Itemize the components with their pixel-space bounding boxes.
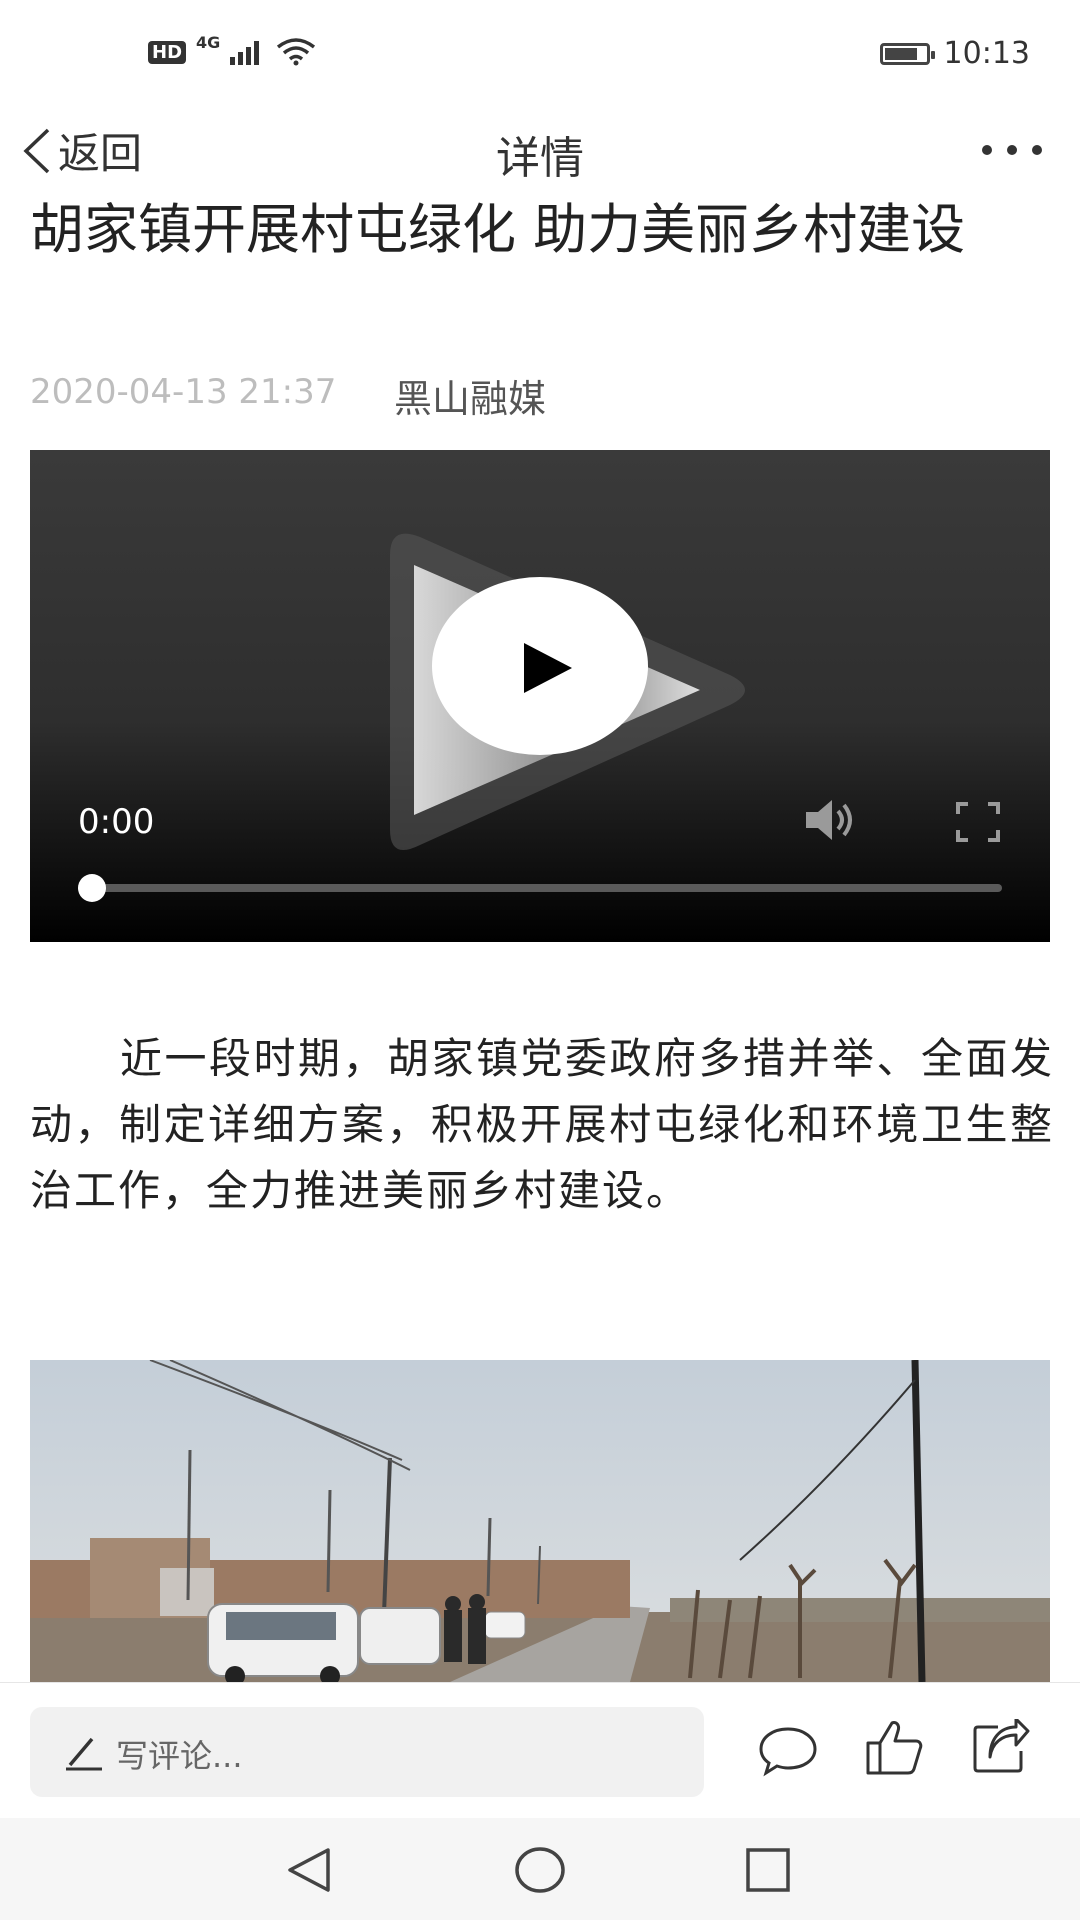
comment-bar: 写评论... [0,1682,1080,1819]
nav-header: 返回 详情 [0,110,1080,190]
article-title: 胡家镇开展村屯绿化 助力美丽乡村建设 [30,198,966,261]
circle-home-icon[interactable] [514,1846,566,1894]
comment-placeholder: 写评论... [116,1737,243,1775]
page-title: 详情 [496,133,584,184]
fullscreen-icon[interactable] [956,802,1000,842]
status-right: 10:13 [879,36,1030,71]
hd-badge: HD [148,40,187,64]
system-nav-bar [0,1818,1080,1920]
article-source[interactable]: 黑山融媒 [394,368,546,423]
volume-icon[interactable] [804,797,860,843]
status-bar: HD 4G 10:13 [0,0,1080,110]
more-dots-icon [982,145,992,155]
article-photo [30,1360,1050,1682]
triangle-back-icon[interactable] [284,1846,334,1894]
thumbs-up-icon[interactable] [864,1717,924,1777]
comment-icon[interactable] [758,1725,818,1777]
network-type: 4G [196,32,221,52]
video-time: 0:00 [78,802,155,842]
signal-icon [230,41,260,65]
share-icon[interactable] [972,1719,1030,1773]
wifi-icon [277,38,316,66]
comment-input[interactable]: 写评论... [30,1707,704,1797]
play-button[interactable] [432,577,648,755]
progress-handle[interactable] [78,874,106,902]
clock: 10:13 [943,36,1030,71]
more-button[interactable] [982,130,1042,170]
battery-icon [879,42,935,65]
play-icon [524,643,572,693]
article-datetime: 2020-04-13 21:37 [30,372,337,412]
square-recent-icon[interactable] [744,1846,792,1894]
article-body: 近一段时期，胡家镇党委政府多措并举、全面发动，制定详细方案，积极开展村屯绿化和环… [30,1034,1054,1215]
pencil-icon [66,1737,102,1771]
status-left: HD 4G [148,33,316,66]
progress-track[interactable] [96,884,1002,892]
video-player[interactable]: 0:00 [30,450,1050,942]
